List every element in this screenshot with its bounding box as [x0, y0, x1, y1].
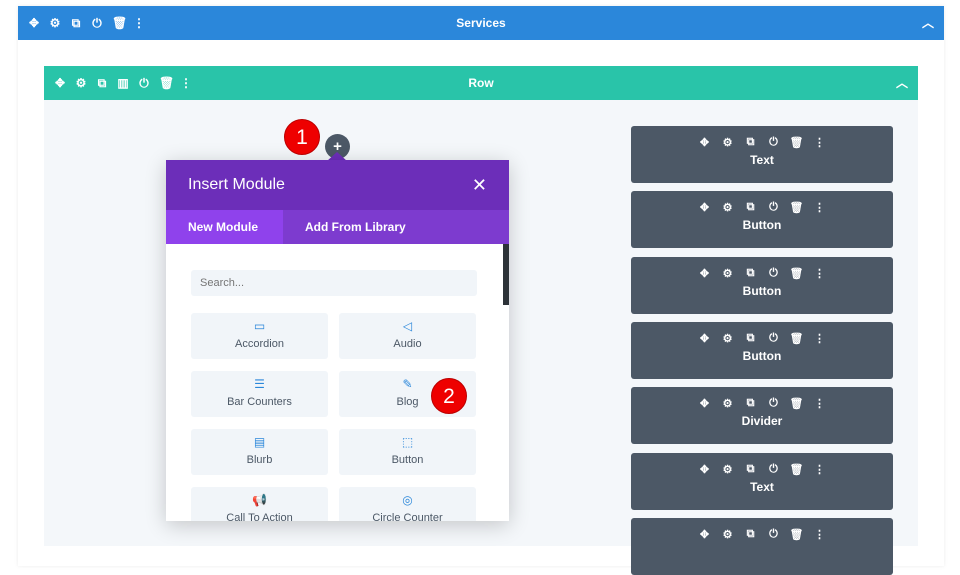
module-option[interactable]: ▭ Accordion — [191, 313, 328, 359]
more-icon[interactable]: ⋮ — [813, 397, 827, 410]
trash-icon[interactable]: 🗑 — [790, 332, 804, 345]
close-icon[interactable]: ✕ — [472, 160, 487, 210]
module-block[interactable]: ✥ ⚙ ⧉ ⏻ 🗑 ⋮ Button — [631, 321, 893, 379]
move-icon[interactable]: ✥ — [698, 528, 712, 541]
module-label: Button — [742, 283, 782, 298]
more-icon[interactable]: ⋮ — [813, 463, 827, 476]
module-icon: ☰ — [254, 377, 265, 391]
module-block[interactable]: ✥ ⚙ ⧉ ⏻ 🗑 ⋮ Text — [631, 126, 893, 183]
chevron-up-icon[interactable]: ︿ — [896, 66, 908, 100]
module-block[interactable]: ✥ ⚙ ⧉ ⏻ 🗑 ⋮ Divider — [631, 387, 893, 445]
search-input[interactable] — [191, 270, 477, 296]
power-icon[interactable]: ⏻ — [767, 267, 781, 280]
trash-icon[interactable]: 🗑 — [790, 267, 804, 280]
duplicate-icon[interactable]: ⧉ — [744, 136, 758, 149]
module-option[interactable]: ⬚ Button — [339, 429, 476, 475]
duplicate-icon[interactable]: ⧉ — [744, 201, 758, 214]
module-option[interactable]: ◁ Audio — [339, 313, 476, 359]
module-label: Button — [742, 218, 782, 233]
gear-icon[interactable]: ⚙ — [721, 528, 735, 541]
move-icon[interactable]: ✥ — [698, 267, 712, 280]
step-badge-1: 1 — [284, 119, 320, 155]
gear-icon[interactable]: ⚙ — [721, 136, 735, 149]
gear-icon[interactable]: ⚙ — [721, 332, 735, 345]
power-icon[interactable]: ⏻ — [767, 528, 781, 541]
more-icon[interactable]: ⋮ — [813, 528, 827, 541]
more-icon[interactable]: ⋮ — [813, 267, 827, 280]
module-option[interactable]: 📢 Call To Action — [191, 487, 328, 521]
tab-new-module[interactable]: New Module — [166, 210, 283, 244]
duplicate-icon[interactable]: ⧉ — [744, 332, 758, 345]
module-label: Divider — [741, 414, 783, 429]
module-option[interactable]: ☰ Bar Counters — [191, 371, 328, 417]
module-icon: 📢 — [252, 493, 267, 507]
trash-icon[interactable]: 🗑 — [790, 136, 804, 149]
scrollbar[interactable] — [503, 244, 509, 305]
gear-icon[interactable]: ⚙ — [721, 201, 735, 214]
gear-icon[interactable]: ⚙ — [721, 397, 735, 410]
power-icon[interactable]: ⏻ — [767, 463, 781, 476]
gear-icon[interactable]: ⚙ — [721, 463, 735, 476]
module-option-label: Button — [391, 454, 424, 466]
insert-module-dialog: Insert Module ✕ New Module Add From Libr… — [166, 160, 509, 521]
row-title: Row — [468, 76, 494, 90]
duplicate-icon[interactable]: ⧉ — [744, 528, 758, 541]
section-toolbar: ✥ ⚙ ⧉ ⏻ 🗑 ⋮ Services ︿ — [18, 6, 944, 40]
chevron-up-icon[interactable]: ︿ — [922, 6, 934, 40]
module-option-label: Bar Counters — [227, 396, 292, 408]
trash-icon[interactable]: 🗑 — [790, 463, 804, 476]
module-icon: ◎ — [402, 493, 413, 507]
module-label: Button — [742, 348, 782, 363]
module-block[interactable]: ✥ ⚙ ⧉ ⏻ 🗑 ⋮ Text — [631, 452, 893, 510]
module-option[interactable]: ▤ Blurb — [191, 429, 328, 475]
module-icon: ▤ — [253, 435, 266, 449]
gear-icon[interactable]: ⚙ — [721, 267, 735, 280]
duplicate-icon[interactable]: ⧉ — [744, 267, 758, 280]
module-option-label: Audio — [393, 338, 422, 350]
module-icon: ⬚ — [401, 435, 414, 449]
module-block[interactable]: ✥ ⚙ ⧉ ⏻ 🗑 ⋮ Button — [631, 256, 893, 314]
power-icon[interactable]: ⏻ — [767, 201, 781, 214]
move-icon[interactable]: ✥ — [698, 332, 712, 345]
power-icon[interactable]: ⏻ — [767, 136, 781, 149]
section-title: Services — [456, 16, 506, 30]
module-block[interactable]: ✥ ⚙ ⧉ ⏻ 🗑 ⋮ — [631, 517, 893, 575]
power-icon[interactable]: ⏻ — [767, 332, 781, 345]
move-icon[interactable]: ✥ — [698, 397, 712, 410]
module-option-label: Call To Action — [226, 512, 293, 521]
module-option-label: Accordion — [235, 338, 284, 350]
module-option-label: Circle Counter — [372, 512, 443, 521]
more-icon[interactable]: ⋮ — [813, 201, 827, 214]
move-icon[interactable]: ✥ — [698, 136, 712, 149]
duplicate-icon[interactable]: ⧉ — [744, 463, 758, 476]
move-icon[interactable]: ✥ — [698, 463, 712, 476]
duplicate-icon[interactable]: ⧉ — [744, 397, 758, 410]
module-label: Text — [750, 479, 774, 494]
module-icon: ◁ — [402, 319, 413, 333]
trash-icon[interactable]: 🗑 — [790, 397, 804, 410]
more-icon[interactable]: ⋮ — [813, 332, 827, 345]
more-icon[interactable]: ⋮ — [813, 136, 827, 149]
module-icon: ▭ — [253, 319, 266, 333]
module-option[interactable]: ◎ Circle Counter — [339, 487, 476, 521]
power-icon[interactable]: ⏻ — [767, 397, 781, 410]
dialog-title: Insert Module — [188, 176, 285, 193]
module-option-label: Blurb — [246, 454, 273, 466]
module-block[interactable]: ✥ ⚙ ⧉ ⏻ 🗑 ⋮ Button — [631, 191, 893, 249]
step-badge-2: 2 — [431, 378, 467, 414]
trash-icon[interactable]: 🗑 — [790, 201, 804, 214]
move-icon[interactable]: ✥ — [698, 201, 712, 214]
tab-add-from-library[interactable]: Add From Library — [283, 210, 428, 244]
row-toolbar: ✥ ⚙ ⧉ ▥ ⏻ 🗑 ⋮ Row ︿ — [44, 66, 918, 100]
module-label: Text — [750, 153, 774, 167]
trash-icon[interactable]: 🗑 — [790, 528, 804, 541]
